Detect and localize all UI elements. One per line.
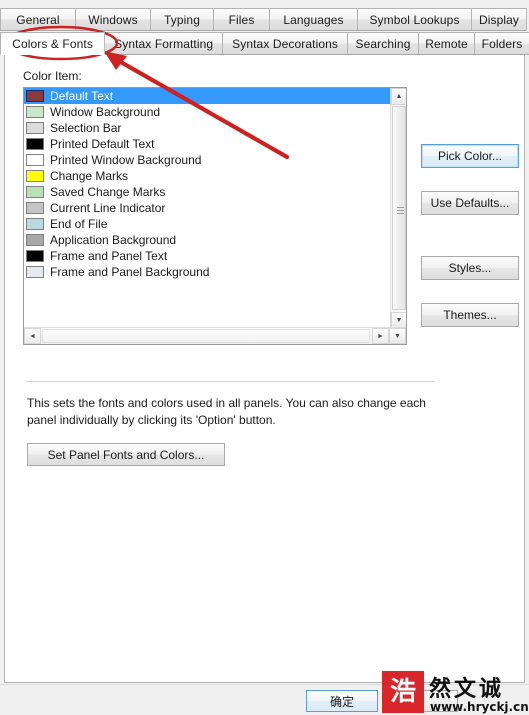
tab-label: Files bbox=[228, 12, 255, 27]
color-swatch-icon bbox=[26, 202, 44, 214]
color-item-name: Selection Bar bbox=[50, 121, 122, 135]
color-item-name: Default Text bbox=[50, 89, 114, 103]
chevron-left-icon: ◄ bbox=[29, 332, 36, 340]
tab-label: Searching bbox=[355, 36, 411, 51]
color-item-name: Printed Window Background bbox=[50, 153, 202, 167]
watermark-url: www.hryckj.cn bbox=[430, 700, 529, 714]
tab-languages[interactable]: Languages bbox=[269, 8, 358, 31]
chevron-up-icon: ▲ bbox=[395, 93, 403, 100]
color-item-row[interactable]: Change Marks bbox=[24, 168, 391, 184]
tab-files[interactable]: Files bbox=[213, 8, 270, 31]
tab-symbol-lookups[interactable]: Symbol Lookups bbox=[357, 8, 472, 31]
color-swatch-icon bbox=[26, 266, 44, 278]
styles-button[interactable]: Styles... bbox=[421, 256, 519, 280]
tab-display[interactable]: Display bbox=[471, 8, 527, 31]
pick-color-button[interactable]: Pick Color... bbox=[421, 144, 519, 168]
tab-label: Languages bbox=[283, 12, 344, 27]
tab-folders[interactable]: Folders bbox=[474, 32, 529, 55]
vertical-scrollbar[interactable]: ▲ ▼ bbox=[390, 88, 406, 329]
color-item-label: Color Item: bbox=[23, 69, 82, 83]
color-item-name: Window Background bbox=[50, 105, 161, 119]
color-item-row[interactable]: Printed Default Text bbox=[24, 136, 391, 152]
color-item-row[interactable]: Application Background bbox=[24, 232, 391, 248]
color-swatch-icon bbox=[26, 250, 44, 262]
colors-and-fonts-panel: Color Item: Default Text Window Backgroun… bbox=[4, 55, 525, 683]
tab-searching[interactable]: Searching bbox=[347, 32, 419, 55]
color-swatch-icon bbox=[26, 138, 44, 150]
chevron-right-icon: ► bbox=[377, 332, 384, 340]
tab-label: General bbox=[16, 12, 60, 27]
vertical-scroll-thumb[interactable] bbox=[392, 106, 406, 310]
color-item-row[interactable]: Default Text bbox=[24, 88, 391, 104]
preferences-dialog: General Windows Typing Files Languages Symbol… bbox=[0, 0, 529, 715]
color-swatch-icon bbox=[26, 218, 44, 230]
tab-label: Symbol Lookups bbox=[369, 12, 460, 27]
tab-label: Windows bbox=[88, 12, 138, 27]
tab-windows[interactable]: Windows bbox=[75, 8, 151, 31]
scroll-left-button[interactable]: ◄ bbox=[24, 328, 41, 344]
section-divider bbox=[26, 381, 434, 382]
color-item-name: Printed Default Text bbox=[50, 137, 155, 151]
horizontal-scroll-thumb[interactable] bbox=[42, 329, 370, 343]
watermark-seal-icon: 浩 bbox=[382, 671, 424, 713]
color-item-row[interactable]: Frame and Panel Background bbox=[24, 264, 391, 280]
watermark: 浩 然文诚 www.hryckj.cn bbox=[382, 669, 529, 714]
color-item-name: Application Background bbox=[50, 233, 177, 247]
scrollbar-corner-button[interactable]: ▼ bbox=[389, 328, 406, 344]
tab-row-secondary: Colors & Fonts Syntax Formatting Syntax De… bbox=[0, 32, 529, 55]
tab-label: Colors & Fonts bbox=[12, 36, 93, 51]
color-item-name: Frame and Panel Text bbox=[50, 249, 168, 263]
color-swatch-icon bbox=[26, 186, 44, 198]
scroll-right-button[interactable]: ► bbox=[372, 328, 389, 344]
color-item-list[interactable]: Default Text Window Background Selection B… bbox=[24, 88, 391, 329]
color-item-name: Current Line Indicator bbox=[50, 201, 166, 215]
color-swatch-icon bbox=[26, 170, 44, 182]
horizontal-scrollbar[interactable]: ◄ ► ▼ bbox=[24, 327, 406, 344]
tab-typing[interactable]: Typing bbox=[150, 8, 214, 31]
color-item-row[interactable]: Current Line Indicator bbox=[24, 200, 391, 216]
tab-label: Display bbox=[478, 12, 520, 27]
tab-label: Remote bbox=[425, 36, 468, 51]
color-item-listbox[interactable]: Default Text Window Background Selection B… bbox=[23, 87, 407, 345]
color-item-row[interactable]: End of File bbox=[24, 216, 391, 232]
color-item-name: Change Marks bbox=[50, 169, 129, 183]
color-item-row[interactable]: Window Background bbox=[24, 104, 391, 120]
watermark-text: 然文诚 bbox=[429, 677, 505, 702]
color-item-name: Frame and Panel Background bbox=[50, 265, 210, 279]
scroll-up-button[interactable]: ▲ bbox=[391, 88, 406, 105]
color-item-row[interactable]: Saved Change Marks bbox=[24, 184, 391, 200]
use-defaults-button[interactable]: Use Defaults... bbox=[421, 191, 519, 215]
tab-label: Folders bbox=[481, 36, 523, 51]
color-item-row[interactable]: Printed Window Background bbox=[24, 152, 391, 168]
color-swatch-icon bbox=[26, 106, 44, 118]
tab-label: Typing bbox=[164, 12, 200, 27]
tab-strip: General Windows Typing Files Languages Symbol… bbox=[0, 8, 529, 56]
tab-row-primary: General Windows Typing Files Languages Symbol… bbox=[0, 8, 529, 31]
chevron-down-icon: ▼ bbox=[395, 317, 403, 324]
tab-syntax-formatting[interactable]: Syntax Formatting bbox=[104, 32, 224, 55]
tab-label: Syntax Formatting bbox=[114, 36, 214, 51]
ok-button[interactable]: 确定 bbox=[306, 690, 378, 712]
color-swatch-icon bbox=[26, 122, 44, 134]
set-panel-fonts-and-colors-button[interactable]: Set Panel Fonts and Colors... bbox=[27, 443, 225, 466]
tab-general[interactable]: General bbox=[0, 8, 76, 31]
color-item-name: Saved Change Marks bbox=[50, 185, 166, 199]
color-item-row[interactable]: Selection Bar bbox=[24, 120, 391, 136]
color-swatch-icon bbox=[26, 90, 44, 102]
scroll-thumb-grip bbox=[397, 207, 404, 214]
color-item-name: End of File bbox=[50, 217, 108, 231]
panel-description-text: This sets the fonts and colors used in a… bbox=[27, 396, 426, 427]
tab-label: Syntax Decorations bbox=[232, 36, 338, 51]
color-swatch-icon bbox=[26, 234, 44, 246]
tab-colors-fonts[interactable]: Colors & Fonts bbox=[0, 32, 106, 55]
color-item-row[interactable]: Frame and Panel Text bbox=[24, 248, 391, 264]
tab-syntax-decorations[interactable]: Syntax Decorations bbox=[222, 32, 348, 55]
tab-remote[interactable]: Remote bbox=[418, 32, 475, 55]
color-swatch-icon bbox=[26, 154, 44, 166]
themes-button[interactable]: Themes... bbox=[421, 303, 519, 327]
chevron-down-icon: ▼ bbox=[394, 332, 401, 340]
